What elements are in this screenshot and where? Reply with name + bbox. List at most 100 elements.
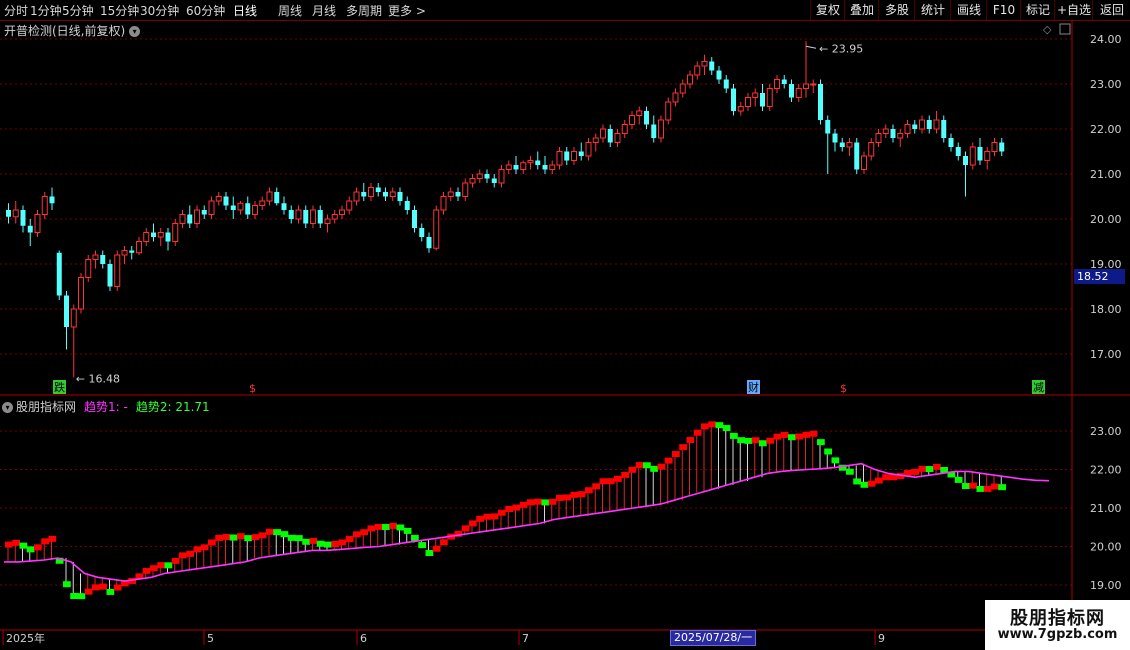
- trend1-step: [106, 588, 115, 595]
- candle-body-up: [324, 218, 331, 224]
- candle-body-down: [274, 192, 280, 204]
- trend1-step: [215, 534, 223, 541]
- trend1-step: [382, 524, 390, 531]
- trend1-step: [280, 531, 289, 538]
- sub-axis-tick: 22.00: [1090, 464, 1122, 477]
- sub-axis-tick: 19.00: [1090, 579, 1122, 592]
- trend2-label: 趋势2: 21.71: [135, 400, 210, 414]
- candle-body-up: [861, 155, 867, 170]
- candle-body-up: [701, 61, 708, 67]
- trend1-step: [998, 484, 1006, 491]
- candle-body-up: [694, 65, 701, 76]
- candle-body-up: [331, 214, 338, 220]
- trend1-step: [70, 592, 78, 599]
- candle-body-up: [636, 110, 643, 116]
- candle-body-down: [926, 120, 932, 129]
- candle-body-up: [172, 223, 179, 242]
- trend1-step: [389, 522, 397, 529]
- panel-toggle-icon[interactable]: [1059, 23, 1071, 35]
- trend1-step: [396, 524, 405, 531]
- trend1-step: [157, 562, 165, 569]
- diamond-icon[interactable]: ◇: [1043, 23, 1052, 36]
- main-axis-tick: 18.00: [1090, 303, 1122, 316]
- candle-body-down: [412, 210, 417, 228]
- candle-body-down: [644, 111, 649, 125]
- candle-body-up: [629, 115, 635, 125]
- candle-body-up: [208, 200, 215, 215]
- trend1-step: [273, 529, 281, 536]
- high-pointer: [805, 45, 817, 49]
- trend1-step: [925, 466, 934, 473]
- candle-body-down: [890, 129, 896, 138]
- trend1-step: [34, 544, 42, 551]
- trend1-step: [324, 541, 332, 548]
- trend1-step: [650, 465, 658, 472]
- trend1-step: [48, 535, 57, 542]
- candle-body-down: [709, 61, 715, 71]
- trend1-step: [657, 463, 666, 470]
- trend1-step: [266, 528, 274, 535]
- candle-body-up: [310, 209, 316, 224]
- candle-body-up: [136, 241, 142, 254]
- trend1-step: [686, 436, 695, 443]
- candle-body-up: [875, 133, 882, 143]
- trend1-step: [592, 483, 600, 490]
- trend1-step: [92, 584, 100, 591]
- trend1-step: [773, 433, 782, 440]
- candle-body-up: [672, 92, 679, 103]
- trend1-step: [635, 462, 644, 469]
- candle-body-down: [245, 203, 251, 215]
- trend1-step: [824, 448, 832, 455]
- candle-body-down: [825, 120, 831, 134]
- candle-body-up: [92, 254, 99, 260]
- date-label: 9: [878, 632, 885, 645]
- trend1-step: [99, 583, 107, 590]
- candle-body-down: [948, 138, 954, 147]
- candle-body-up: [571, 151, 577, 161]
- trend1-step: [222, 534, 231, 541]
- date-label: 7: [522, 632, 529, 645]
- indicator-menu-icon[interactable]: ▾: [2, 402, 13, 413]
- trend1-step: [295, 535, 303, 542]
- candle-body-up: [752, 92, 759, 98]
- trend1-step: [701, 423, 709, 430]
- trend1-step: [679, 444, 687, 451]
- candle-body-down: [107, 264, 113, 287]
- trend1-step: [251, 534, 260, 541]
- candle-body-up: [339, 209, 345, 215]
- candle-body-down: [854, 142, 860, 170]
- main-price-axis: 24.0023.0022.0021.0020.0019.0018.0017.00: [1090, 33, 1122, 361]
- event-marker-dollar: $: [840, 382, 847, 395]
- main-axis-tick: 20.00: [1090, 213, 1122, 226]
- indicator-name: 股朋指标网: [16, 400, 77, 414]
- kline-chart[interactable]: 24.00 23.00 22.00 21.00 20.00 19.00 18.00 17.00…: [0, 0, 1130, 650]
- candle-body-down: [151, 232, 156, 237]
- candle-body-up: [592, 137, 599, 143]
- trend1-step: [461, 525, 470, 532]
- candle-body-up: [462, 182, 469, 197]
- main-axis-tick: 21.00: [1090, 168, 1122, 181]
- candle-body-down: [201, 210, 207, 215]
- trend1-step: [63, 581, 71, 588]
- trend1-step: [621, 471, 629, 478]
- candle-body-up: [143, 232, 150, 242]
- axis-lines: [0, 20, 1130, 650]
- trend1-step: [715, 422, 724, 429]
- candle-body-up: [585, 142, 592, 157]
- trend1-step: [498, 509, 506, 516]
- candle-body-down: [426, 237, 432, 249]
- candle-body-up: [121, 250, 128, 256]
- candle-body-down: [491, 178, 497, 183]
- trend1-step: [954, 476, 963, 483]
- candle-body-up: [868, 142, 875, 157]
- trend1-step: [788, 434, 796, 441]
- candle-body-down: [651, 124, 657, 138]
- trend1-step: [258, 532, 267, 539]
- candle-body-down: [484, 174, 490, 179]
- trend1-step: [628, 466, 637, 473]
- candle-body-down: [230, 205, 236, 210]
- candle-body-down: [781, 79, 787, 84]
- candle-body-up: [12, 209, 19, 218]
- event-marker-label: 财: [748, 380, 759, 394]
- trend1-step: [425, 550, 434, 557]
